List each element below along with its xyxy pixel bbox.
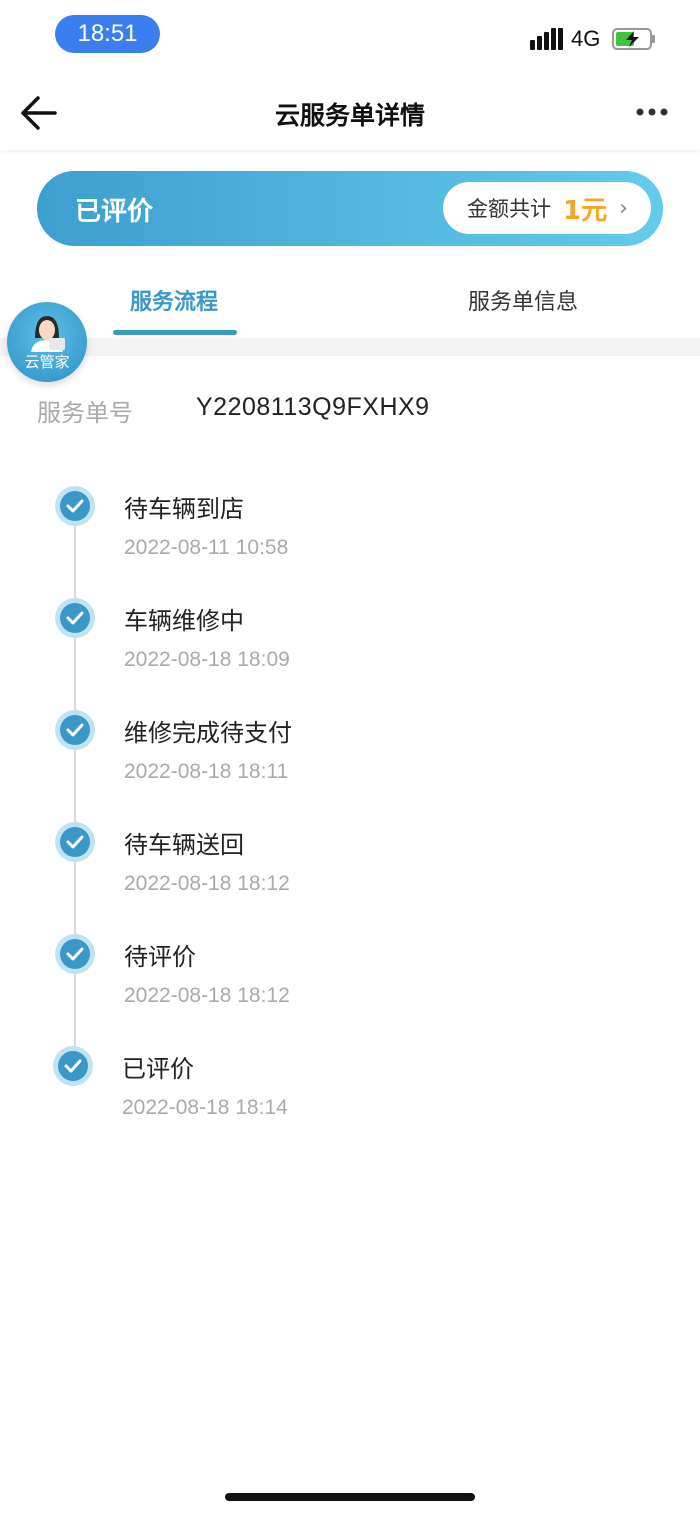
- status-time: 18:51: [55, 15, 160, 53]
- timeline-step: 车辆维修中 2022-08-18 18:09: [0, 597, 700, 697]
- assistant-label: 云管家: [24, 353, 70, 371]
- nav-bar: 云服务单详情: [0, 76, 700, 150]
- active-tab-indicator: [113, 330, 237, 335]
- signal-icon: [530, 28, 563, 50]
- step-time: 2022-08-11 10:58: [124, 536, 289, 559]
- tab-service-info[interactable]: 服务单信息: [468, 284, 578, 316]
- status-bar: 18:51 4G: [0, 0, 700, 76]
- check-circle-icon: [55, 486, 95, 526]
- network-type: 4G: [571, 26, 601, 51]
- assistant-button[interactable]: 云管家: [7, 302, 87, 382]
- order-status: 已评价: [75, 197, 154, 227]
- section-divider: [0, 338, 700, 356]
- check-circle-icon: [55, 934, 95, 974]
- step-time: 2022-08-18 18:14: [122, 1096, 288, 1119]
- timeline-step: 已评价 2022-08-18 18:14: [0, 1045, 700, 1145]
- tab-bar: 服务流程 服务单信息: [0, 262, 700, 338]
- check-circle-icon: [55, 710, 95, 750]
- order-number-value: Y2208113Q9FXHX9: [196, 393, 430, 421]
- order-status-banner: 已评价 金额共计 1元 ›: [37, 171, 663, 246]
- step-title: 维修完成待支付: [124, 719, 292, 747]
- step-time: 2022-08-18 18:12: [124, 984, 290, 1007]
- more-icon[interactable]: [632, 102, 672, 122]
- timeline-step: 维修完成待支付 2022-08-18 18:11: [0, 709, 700, 809]
- check-circle-icon: [53, 1046, 93, 1086]
- order-number-label: 服务单号: [37, 399, 133, 427]
- tab-service-flow[interactable]: 服务流程: [130, 284, 218, 316]
- step-title: 待车辆到店: [124, 495, 244, 523]
- amount-value: 1元: [563, 195, 608, 226]
- step-title: 待评价: [124, 943, 196, 971]
- timeline-step: 待评价 2022-08-18 18:12: [0, 933, 700, 1033]
- page-title: 云服务单详情: [274, 101, 425, 130]
- home-indicator: [225, 1493, 475, 1501]
- step-title: 车辆维修中: [124, 607, 244, 635]
- check-circle-icon: [55, 822, 95, 862]
- amount-label: 金额共计: [467, 197, 551, 221]
- timeline-step: 待车辆送回 2022-08-18 18:12: [0, 821, 700, 921]
- chevron-right-icon: ›: [619, 195, 628, 221]
- check-circle-icon: [55, 598, 95, 638]
- step-title: 待车辆送回: [124, 831, 244, 859]
- timeline-step: 待车辆到店 2022-08-11 10:58: [0, 485, 700, 585]
- battery-charging-icon: [612, 28, 655, 50]
- step-time: 2022-08-18 18:09: [124, 648, 290, 671]
- amount-button[interactable]: 金额共计 1元 ›: [443, 182, 651, 234]
- step-title: 已评价: [122, 1055, 194, 1083]
- step-time: 2022-08-18 18:12: [124, 872, 290, 895]
- step-time: 2022-08-18 18:11: [124, 760, 289, 783]
